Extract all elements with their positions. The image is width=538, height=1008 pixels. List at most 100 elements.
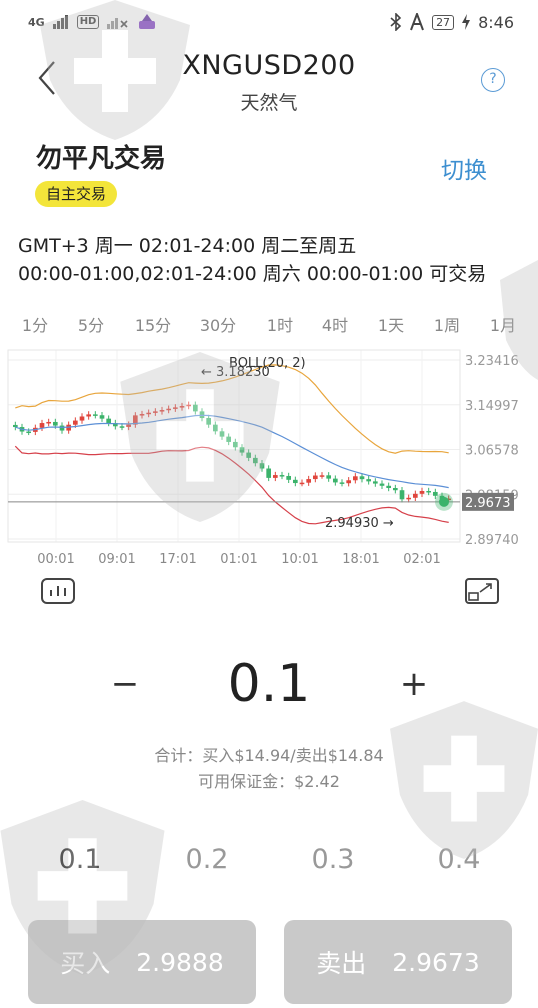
- candle-body: [159, 410, 165, 412]
- candle-body: [406, 497, 411, 500]
- fullscreen-icon: [465, 578, 499, 604]
- low-annotation: 2.94930 →: [325, 516, 394, 531]
- candle-body: [306, 479, 311, 483]
- sell-button[interactable]: 卖出 2.9673: [284, 920, 512, 1004]
- candle-body: [53, 421, 58, 426]
- candle-body: [393, 488, 398, 491]
- lot-option-0-1[interactable]: 0.1: [59, 844, 102, 875]
- candle-body: [253, 457, 258, 464]
- x-tick-label: 02:01: [403, 552, 440, 567]
- bar-chart-icon: [41, 578, 75, 604]
- x-tick-label: 18:01: [342, 552, 379, 567]
- candle-body: [339, 482, 345, 484]
- tab-5m[interactable]: 5分: [78, 312, 104, 336]
- timeframe-tabs: 1分 5分 15分 30分 1时 4时 1天 1周 1月: [0, 308, 538, 338]
- candle-body: [219, 431, 225, 437]
- x-tick-label: 09:01: [98, 552, 135, 567]
- candle-body: [86, 414, 91, 417]
- signal-off-icon: [107, 18, 128, 29]
- increase-button[interactable]: +: [397, 662, 431, 706]
- candle-body: [326, 475, 331, 479]
- trading-hours: GMT+3 周一 02:01-24:00 周二至周五 00:00-01:00,0…: [18, 232, 486, 288]
- candle-body: [73, 420, 78, 425]
- candle-body: [366, 479, 371, 482]
- chart-toolbar: [0, 578, 538, 610]
- clock: 8:46: [478, 12, 514, 32]
- candle-body: [239, 447, 245, 453]
- candle-body: [266, 468, 271, 478]
- lot-option-0-3[interactable]: 0.3: [312, 844, 355, 875]
- candle-body: [46, 421, 51, 424]
- candle-body: [333, 478, 338, 483]
- candle-body: [426, 490, 431, 493]
- tab-1w[interactable]: 1周: [434, 312, 460, 336]
- charging-icon: [462, 14, 471, 30]
- quantity-stepper: − 0.1 +: [0, 648, 538, 728]
- nfc-icon: [410, 13, 424, 31]
- switch-button[interactable]: 切换: [441, 151, 487, 185]
- sell-label: 卖出: [316, 949, 367, 978]
- candle-body: [99, 415, 105, 419]
- candle-body: [79, 416, 85, 421]
- buy-button[interactable]: 买入 2.9888: [28, 920, 256, 1004]
- signal-icon: [52, 15, 68, 29]
- bluetooth-icon: [390, 13, 402, 31]
- candle-body: [299, 482, 305, 485]
- candle-body: [179, 406, 185, 408]
- page-title: XNGUSD200: [182, 50, 356, 81]
- candle-body: [419, 490, 425, 494]
- tab-15m[interactable]: 15分: [135, 312, 171, 336]
- tab-1m[interactable]: 1分: [22, 312, 48, 336]
- available-margin: 可用保证金：$2.42: [198, 772, 340, 791]
- x-tick-label: 17:01: [159, 552, 196, 567]
- tab-1h[interactable]: 1时: [267, 312, 293, 336]
- high-annotation: ← 3.18230: [201, 365, 270, 380]
- fullscreen-button[interactable]: [465, 578, 499, 606]
- candle-body: [259, 463, 265, 469]
- candle-body: [146, 412, 151, 415]
- y-tick-label: 3.06578: [465, 444, 519, 459]
- x-tick-label: 00:01: [37, 552, 74, 567]
- candle-body: [93, 414, 98, 416]
- status-bar: 4G HD 27 8:46: [0, 0, 538, 44]
- candle-body: [413, 493, 418, 498]
- lot-option-0-2[interactable]: 0.2: [186, 844, 229, 875]
- candle-body: [186, 404, 191, 407]
- indicator-button[interactable]: [41, 578, 75, 606]
- current-price-label: 2.9673: [465, 496, 511, 511]
- strategy-title: 勿平凡交易: [36, 144, 167, 174]
- x-tick-label: 01:01: [220, 552, 257, 567]
- status-right: 27 8:46: [390, 13, 514, 32]
- candle-body: [26, 431, 31, 434]
- tab-30m[interactable]: 30分: [200, 312, 236, 336]
- candle-body: [313, 475, 318, 480]
- boll-middle-line: [15, 414, 449, 489]
- mode-badge: 自主交易: [35, 181, 118, 207]
- candle-body: [39, 423, 45, 428]
- candle-body: [433, 491, 438, 496]
- candle-body: [119, 426, 125, 428]
- candle-body: [233, 441, 238, 448]
- battery-icon: 27: [432, 14, 455, 30]
- tab-1mo[interactable]: 1月: [490, 312, 516, 336]
- candle-body: [286, 475, 291, 480]
- order-total: 合计：买入$14.94/卖出$14.84: [154, 746, 384, 765]
- y-tick-label: 2.89740: [465, 533, 519, 548]
- candle-body: [173, 407, 178, 409]
- trading-hours-line1: GMT+3 周一 02:01-24:00 周二至周五: [18, 235, 357, 257]
- candle-body: [353, 476, 358, 481]
- tab-1d[interactable]: 1天: [378, 312, 404, 336]
- candle-body: [213, 424, 218, 432]
- trading-hours-line2: 00:00-01:00,02:01-24:00 周六 00:00-01:00 可…: [18, 263, 487, 285]
- hd-badge: HD: [76, 15, 100, 29]
- chart-canvas: 3.234163.149973.065782.981592.897402.967…: [7, 349, 519, 567]
- candle-body: [373, 481, 378, 484]
- candle-body: [279, 475, 285, 477]
- lot-option-0-4[interactable]: 0.4: [438, 844, 481, 875]
- candle-body: [13, 424, 18, 428]
- tab-4h[interactable]: 4时: [322, 312, 348, 336]
- candle-body: [359, 476, 365, 480]
- help-button[interactable]: ?: [481, 68, 505, 92]
- quantity-value[interactable]: 0.1: [0, 654, 538, 714]
- price-chart[interactable]: 3.234163.149973.065782.981592.897402.967…: [0, 346, 538, 572]
